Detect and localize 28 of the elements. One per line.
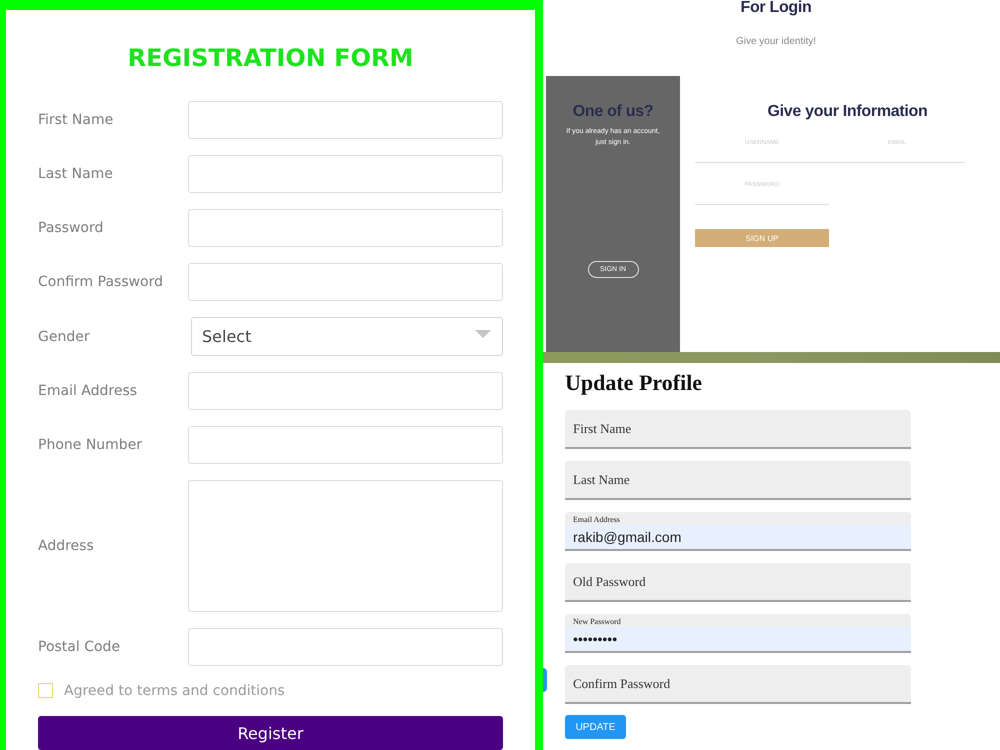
field-label: Gender: [38, 328, 90, 346]
form-title: REGISTRATION FORM: [126, 43, 414, 73]
profile-title: Update Profile: [565, 370, 704, 396]
panel-title: One of us?: [572, 102, 654, 122]
field-label: First Name: [38, 111, 114, 129]
input-field[interactable]: First Name: [565, 410, 911, 449]
section-title: Give your Information: [766, 102, 928, 122]
field-label: Email Address: [38, 382, 138, 400]
field-label: Confirm Password: [38, 273, 164, 291]
text-area[interactable]: [188, 480, 503, 612]
login-title: For Login: [739, 0, 813, 16]
field-label: Phone Number: [38, 436, 142, 454]
input-field[interactable]: Email Address rakib@gmail.com: [565, 512, 911, 551]
login-subtitle: Give your identity!: [734, 36, 818, 48]
field-label: Address: [38, 537, 94, 555]
field-label: Last Name: [38, 165, 113, 183]
input-field[interactable]: New Password •••••••••: [565, 614, 911, 653]
input-field[interactable]: Last Name: [565, 461, 911, 500]
select-field[interactable]: Select: [191, 317, 503, 356]
input-field[interactable]: Confirm Password: [565, 665, 911, 704]
register-button[interactable]: Register: [38, 716, 503, 750]
caret-icon: [475, 330, 491, 338]
field-label: Postal Code: [38, 638, 120, 656]
input-field[interactable]: Old Password: [565, 563, 911, 602]
side-tab[interactable]: [543, 668, 547, 692]
field-label: Password: [38, 219, 104, 237]
checkbox[interactable]: [38, 683, 53, 698]
terms-label: Agreed to terms and conditions: [64, 682, 285, 700]
